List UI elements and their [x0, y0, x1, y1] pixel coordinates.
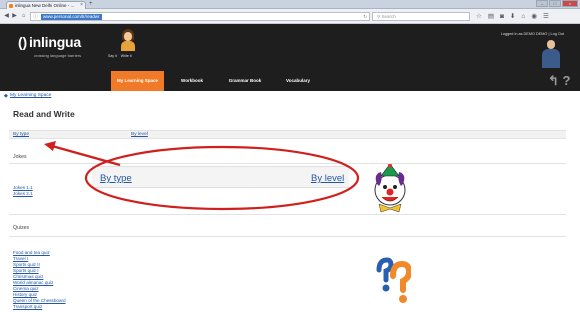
menu-item-my-learning-space[interactable]: My Learning Space: [111, 71, 164, 91]
avatar-label-write[interactable]: Write it: [121, 54, 132, 58]
menu-item-workbook[interactable]: Workbook: [172, 71, 212, 91]
logo-mark-icon: (): [18, 34, 27, 50]
breadcrumb-arrow-icon: ◆: [4, 93, 8, 99]
star-icon[interactable]: ☆: [476, 12, 482, 21]
window-controls: – □ ×: [536, 0, 578, 7]
section-heading-jokes: Jokes: [13, 154, 27, 160]
callout-zoom-filter-row: By type By level: [92, 166, 349, 188]
browser-tab[interactable]: inlingua New Delhi Online - ... ×: [6, 1, 86, 9]
browser-toolbar-icons: ☆ ▤ ◙ ⬇ ⌂ ◉ ☰: [476, 12, 549, 21]
page-title: Read and Write: [13, 109, 75, 119]
reload-icon[interactable]: ↻: [363, 14, 367, 20]
section-divider: [9, 236, 566, 237]
callout-by-level-link[interactable]: By level: [311, 173, 344, 184]
section-heading-quizes: Quizes: [13, 225, 30, 231]
download-icon[interactable]: ⬇: [510, 12, 515, 21]
tab-close-icon[interactable]: ×: [80, 2, 83, 9]
site-header: () inlingua crossing language barriers Sa…: [0, 24, 580, 71]
question-mark-illustration: [376, 257, 411, 303]
search-input[interactable]: ⚲ Search: [372, 12, 470, 21]
pocket-icon[interactable]: ◙: [500, 12, 504, 21]
menu-icon[interactable]: ☰: [543, 12, 549, 21]
sync-icon[interactable]: ◉: [531, 12, 537, 21]
back-icon[interactable]: ◀: [3, 13, 10, 20]
site-favicon-icon: [9, 3, 13, 8]
home-page-icon[interactable]: ⌂: [20, 13, 27, 20]
section-divider: [9, 214, 566, 215]
list-item-quiz[interactable]: Transport quiz: [13, 304, 42, 310]
site-logo[interactable]: () inlingua: [18, 34, 81, 50]
menu-item-vocabulary[interactable]: Vocabulary: [276, 71, 320, 91]
login-info[interactable]: Logged in as DEMO DEMO | Log Out: [501, 32, 564, 36]
forward-icon[interactable]: ▶: [11, 13, 18, 20]
logo-text: inlingua: [28, 34, 81, 50]
site-identity-icon: ⓘ: [33, 14, 39, 20]
menu-item-grammar-book[interactable]: Grammar Book: [220, 71, 270, 91]
breadcrumb[interactable]: My Learning Space: [10, 93, 51, 98]
maximize-button[interactable]: □: [549, 0, 561, 7]
browser-nav-bar: ◀ ▶ ⌂ ⓘ www.personal.com/lr/readwr ↻ ⚲ S…: [0, 9, 580, 24]
browser-tab-bar: inlingua New Delhi Online - ... × + – □ …: [0, 0, 580, 9]
user-photo: [538, 40, 560, 68]
address-bar[interactable]: ⓘ www.personal.com/lr/readwr ↻: [30, 12, 370, 21]
filter-row: By type By level: [9, 130, 566, 139]
callout-by-type-link[interactable]: By type: [100, 173, 132, 184]
avatar-labels: Say it Write it: [108, 54, 132, 58]
bookmarks-icon[interactable]: ▤: [488, 12, 494, 21]
new-tab-button[interactable]: +: [89, 1, 93, 8]
filter-by-type-link[interactable]: By type: [13, 132, 29, 137]
minimize-button[interactable]: –: [536, 0, 548, 7]
main-menu: My Learning Space Workbook Grammar Book …: [0, 71, 580, 91]
window-close-button[interactable]: ×: [562, 0, 578, 7]
tutor-avatar: [120, 29, 136, 51]
address-text: www.personal.com/lr/readwr: [41, 14, 102, 20]
list-item-jokes-2-1[interactable]: Jokes 2.1: [13, 191, 33, 197]
search-placeholder: Search: [381, 14, 396, 19]
site-tagline: crossing language barriers: [34, 53, 82, 58]
annotation-arrowhead-icon: [44, 141, 56, 151]
avatar-label-say[interactable]: Say it: [108, 54, 117, 58]
clown-illustration: [374, 164, 406, 213]
section-divider: [9, 163, 566, 164]
filter-by-level-link[interactable]: By level: [131, 132, 148, 137]
home-icon[interactable]: ⌂: [521, 12, 525, 21]
help-icon[interactable]: ↰ ?: [548, 73, 570, 89]
tab-title: inlingua New Delhi Online - ...: [15, 3, 75, 8]
